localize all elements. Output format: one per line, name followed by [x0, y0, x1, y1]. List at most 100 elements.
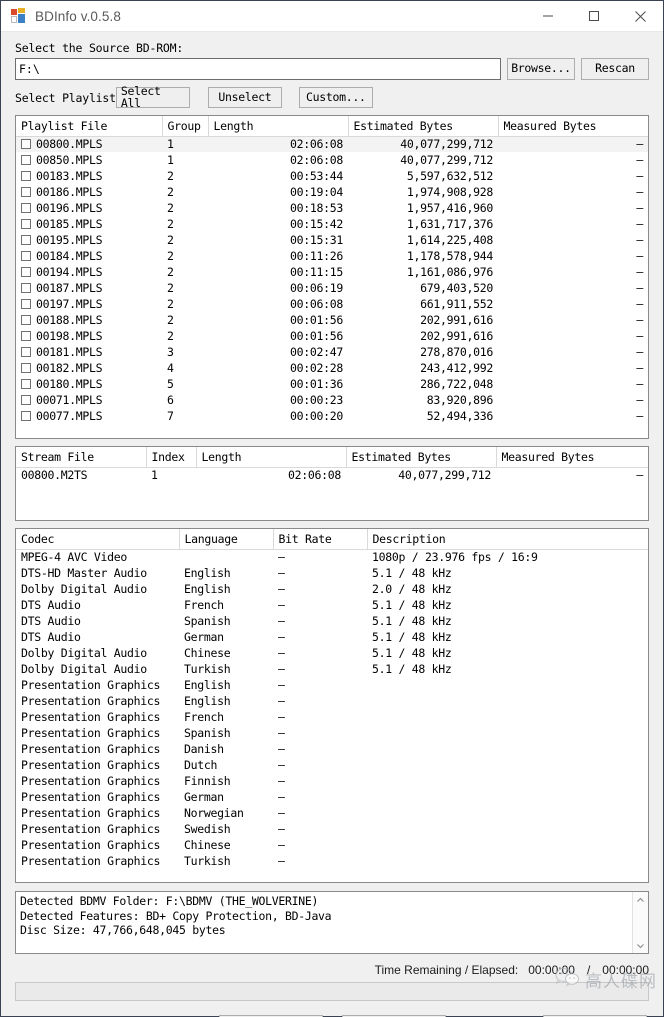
row-checkbox[interactable] [21, 283, 31, 293]
browse-button[interactable]: Browse... [507, 58, 575, 80]
row-checkbox[interactable] [21, 155, 31, 165]
table-row[interactable]: 00180.MPLS 5 00:01:36 286,722,048 – [16, 376, 648, 392]
col-length[interactable]: Length [208, 116, 349, 137]
table-row[interactable]: Presentation Graphics German – [16, 789, 648, 805]
playlist-measured-cell: – [498, 136, 648, 152]
close-icon[interactable] [617, 1, 663, 32]
table-row[interactable]: Dolby Digital Audio Turkish – 5.1 / 48 kHz [16, 661, 648, 677]
select-all-button[interactable]: Select All [115, 85, 190, 108]
row-checkbox[interactable] [21, 203, 31, 213]
row-checkbox[interactable] [21, 347, 31, 357]
playlist-estimated-cell: 40,077,299,712 [400, 153, 493, 167]
col-estimated-bytes[interactable]: Estimated Bytes [348, 116, 499, 137]
table-row[interactable]: Presentation Graphics Spanish – [16, 725, 648, 741]
playlist-file-name: 00800.MPLS [36, 137, 103, 152]
table-row[interactable]: 00196.MPLS 2 00:18:53 1,957,416,960 – [16, 200, 648, 216]
table-row[interactable]: Presentation Graphics English – [16, 677, 648, 693]
playlist-estimated-cell: 1,974,908,928 [406, 185, 493, 199]
col-description[interactable]: Description [367, 529, 648, 550]
playlist-measured-cell: – [636, 153, 643, 167]
table-row[interactable]: 00194.MPLS 2 00:11:15 1,161,086,976 – [16, 264, 648, 280]
table-row[interactable]: DTS-HD Master Audio English – 5.1 / 48 kHz [16, 565, 648, 581]
row-checkbox[interactable] [21, 139, 31, 150]
table-row[interactable]: 00800.MPLS 1 02:06:08 40,077,299,712– [16, 136, 648, 152]
chevron-up-icon[interactable] [633, 892, 649, 908]
codec-description-cell: 1080p / 23.976 fps / 16:9 [372, 550, 538, 565]
playlist-length-cell: 00:11:26 [290, 249, 343, 263]
col-group[interactable]: Group [162, 116, 209, 137]
table-row[interactable]: 00198.MPLS 2 00:01:56 202,991,616 – [16, 328, 648, 344]
col-stream-measured[interactable]: Measured Bytes [496, 447, 648, 468]
row-checkbox[interactable] [21, 331, 31, 341]
chevron-down-icon[interactable] [633, 937, 649, 953]
col-playlist-file[interactable]: Playlist File [16, 116, 163, 137]
maximize-icon[interactable] [571, 1, 617, 32]
playlist-file-cell: 00077.MPLS [16, 408, 162, 424]
table-row[interactable]: Presentation Graphics English – [16, 693, 648, 709]
table-row[interactable]: 00800.M2TS 1 02:06:08 40,077,299,712 – [16, 467, 648, 483]
table-row[interactable]: DTS Audio Spanish – 5.1 / 48 kHz [16, 613, 648, 629]
table-row[interactable]: Presentation Graphics Dutch – [16, 757, 648, 773]
table-row[interactable]: Dolby Digital Audio English – 2.0 / 48 kHz [16, 581, 648, 597]
playlist-group-cell: 5 [167, 377, 174, 391]
codec-language-cell: English [184, 582, 231, 596]
row-checkbox[interactable] [21, 187, 31, 197]
col-bit-rate[interactable]: Bit Rate [273, 529, 368, 550]
table-row[interactable]: 00186.MPLS 2 00:19:04 1,974,908,928 – [16, 184, 648, 200]
row-checkbox[interactable] [21, 411, 31, 421]
table-row[interactable]: 00195.MPLS 2 00:15:31 1,614,225,408 – [16, 232, 648, 248]
table-row[interactable]: DTS Audio German – 5.1 / 48 kHz [16, 629, 648, 645]
table-row[interactable]: 00071.MPLS 6 00:00:23 83,920,896 – [16, 392, 648, 408]
col-stream-length[interactable]: Length [196, 447, 347, 468]
codec-language-cell: Spanish [184, 726, 231, 740]
row-checkbox[interactable] [21, 267, 31, 277]
col-index[interactable]: Index [146, 447, 197, 468]
table-row[interactable]: 00184.MPLS 2 00:11:26 1,178,578,944 – [16, 248, 648, 264]
minimize-icon[interactable] [525, 1, 571, 32]
row-checkbox[interactable] [21, 219, 31, 229]
col-measured-bytes[interactable]: Measured Bytes [498, 116, 648, 137]
table-row[interactable]: 00850.MPLS 1 02:06:08 40,077,299,712 – [16, 152, 648, 168]
playlist-estimated-cell: 1,631,717,376 [406, 217, 493, 231]
col-language[interactable]: Language [179, 529, 274, 550]
table-row[interactable]: 00188.MPLS 2 00:01:56 202,991,616 – [16, 312, 648, 328]
table-row[interactable]: Presentation Graphics Swedish – [16, 821, 648, 837]
row-checkbox[interactable] [21, 363, 31, 373]
table-row[interactable]: Presentation Graphics Turkish – [16, 853, 648, 869]
table-row[interactable]: 00197.MPLS 2 00:06:08 661,911,552 – [16, 296, 648, 312]
table-row[interactable]: DTS Audio French – 5.1 / 48 kHz [16, 597, 648, 613]
playlist-group-cell: 2 [167, 169, 174, 183]
custom-button[interactable]: Custom... [298, 87, 373, 108]
col-stream-file[interactable]: Stream File [16, 447, 147, 468]
col-codec[interactable]: Codec [16, 529, 180, 550]
unselect-button[interactable]: Unselect [207, 87, 282, 108]
table-row[interactable]: Presentation Graphics French – [16, 709, 648, 725]
col-stream-estimated[interactable]: Estimated Bytes [346, 447, 497, 468]
table-row[interactable]: 00182.MPLS 4 00:02:28 243,412,992 – [16, 360, 648, 376]
table-row[interactable]: Presentation Graphics Norwegian – [16, 805, 648, 821]
table-row[interactable]: 00077.MPLS 7 00:00:20 52,494,336 – [16, 408, 648, 424]
table-row[interactable]: MPEG-4 AVC Video – 1080p / 23.976 fps / 16… [16, 549, 648, 565]
table-row[interactable]: 00187.MPLS 2 00:06:19 679,403,520 – [16, 280, 648, 296]
row-checkbox[interactable] [21, 299, 31, 309]
row-checkbox[interactable] [21, 395, 31, 405]
table-row[interactable]: Presentation Graphics Chinese – [16, 837, 648, 853]
row-checkbox[interactable] [21, 235, 31, 245]
table-row[interactable]: 00183.MPLS 2 00:53:44 5,597,632,512 – [16, 168, 648, 184]
table-row[interactable]: Presentation Graphics Finnish – [16, 773, 648, 789]
playlist-file-name: 00186.MPLS [36, 185, 103, 199]
table-row[interactable]: 00181.MPLS 3 00:02:47 278,870,016 – [16, 344, 648, 360]
row-checkbox[interactable] [21, 379, 31, 389]
table-row[interactable]: Presentation Graphics Danish – [16, 741, 648, 757]
codec-name-cell: DTS Audio [21, 614, 81, 628]
rescan-button[interactable]: Rescan [581, 58, 649, 80]
info-scrollbar[interactable] [632, 892, 648, 953]
table-row[interactable]: Dolby Digital Audio Chinese – 5.1 / 48 kHz [16, 645, 648, 661]
codec-bitrate-cell: – [278, 550, 285, 565]
row-checkbox[interactable] [21, 251, 31, 261]
row-checkbox[interactable] [21, 315, 31, 325]
source-path-input[interactable] [15, 58, 501, 80]
table-row[interactable]: 00185.MPLS 2 00:15:42 1,631,717,376 – [16, 216, 648, 232]
codec-panel: Codec Language Bit Rate Description MPEG… [15, 528, 649, 883]
row-checkbox[interactable] [21, 171, 31, 181]
